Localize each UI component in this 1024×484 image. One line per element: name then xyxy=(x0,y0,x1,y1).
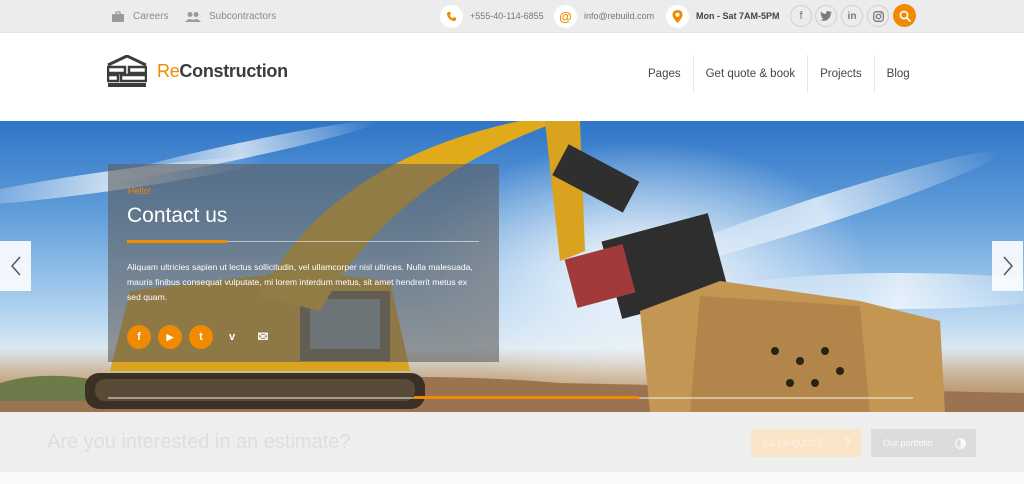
page-bottom-strip xyxy=(0,472,1024,484)
phone-icon xyxy=(440,4,463,28)
slider-prev-button[interactable] xyxy=(0,241,31,291)
mail-icon[interactable]: ✉ xyxy=(251,325,275,349)
chevron-left-icon xyxy=(10,256,21,276)
search-button[interactable] xyxy=(893,4,916,27)
caption-body: Aliquam ultricies sapien ut lectus solli… xyxy=(127,262,473,302)
main-nav: Pages Get quote & book Projects Blog xyxy=(636,55,922,93)
brand-rest: Construction xyxy=(179,61,288,81)
nav-item-blog[interactable]: Blog xyxy=(873,55,922,93)
hours-text: Mon - Sat 7AM-5PM xyxy=(696,11,780,21)
brick-logo-icon xyxy=(107,55,147,87)
caption-kicker: Hello! xyxy=(128,186,152,196)
twitter-icon[interactable] xyxy=(815,5,837,27)
portfolio-button[interactable]: Our portfolio xyxy=(871,429,976,457)
tumblr-icon[interactable]: t xyxy=(189,325,213,349)
hours-contact: Mon - Sat 7AM-5PM xyxy=(666,4,780,28)
brand-accent: Re xyxy=(157,61,180,81)
nav-item-get-quote[interactable]: Get quote & book xyxy=(692,55,808,93)
portfolio-label: Our portfolio xyxy=(883,438,933,448)
search-icon xyxy=(899,10,911,22)
phone-contact[interactable]: +555-40-114-6855 xyxy=(440,4,544,28)
briefcase-icon xyxy=(112,10,124,22)
email-address: info@rebuild.com xyxy=(584,11,655,21)
brand-name: ReConstruction xyxy=(157,61,288,82)
estimate-cta-bar: Are you interested in an estimate? GET A… xyxy=(0,412,1024,472)
caption-social-links: f ▶ t v ✉ xyxy=(127,325,275,349)
get-quote-label: GET A QUOTE xyxy=(763,438,824,448)
hero-caption: Hello! Contact us Aliquam ultricies sapi… xyxy=(108,164,499,362)
vimeo-icon[interactable]: v xyxy=(220,325,244,349)
location-pin-icon xyxy=(666,4,689,28)
nav-item-pages[interactable]: Pages xyxy=(636,55,693,93)
caption-title: Contact us xyxy=(127,204,228,227)
email-contact[interactable]: @ info@rebuild.com xyxy=(554,4,654,28)
chevron-right-icon xyxy=(1002,256,1013,276)
half-circle-icon xyxy=(955,437,966,449)
youtube-icon[interactable]: ▶ xyxy=(158,325,182,349)
subcontractors-link[interactable]: Subcontractors xyxy=(185,0,276,33)
subcontractors-label: Subcontractors xyxy=(209,11,277,22)
facebook-icon[interactable]: f xyxy=(790,5,812,27)
question-icon: ? xyxy=(844,437,851,449)
get-quote-button[interactable]: GET A QUOTE ? xyxy=(751,429,861,457)
instagram-icon[interactable] xyxy=(867,5,889,27)
caption-divider-accent xyxy=(127,240,227,243)
phone-number: +555-40-114-6855 xyxy=(470,11,544,21)
slider-progress-fill xyxy=(413,396,640,399)
hero-slider: Hello! Contact us Aliquam ultricies sapi… xyxy=(0,121,1024,412)
linkedin-icon[interactable]: in xyxy=(841,5,863,27)
careers-link[interactable]: Careers xyxy=(111,0,169,33)
users-icon xyxy=(185,11,201,22)
cta-text: Are you interested in an estimate? xyxy=(47,431,351,453)
careers-label: Careers xyxy=(133,11,169,22)
facebook-icon[interactable]: f xyxy=(127,325,151,349)
top-bar: Careers Subcontractors +555-40-114-6855 … xyxy=(0,0,1024,33)
slider-progress xyxy=(108,396,913,399)
site-header: ReConstruction Pages Get quote & book Pr… xyxy=(0,33,1024,121)
at-icon: @ xyxy=(554,4,577,28)
slider-next-button[interactable] xyxy=(992,241,1023,291)
nav-item-projects[interactable]: Projects xyxy=(807,55,874,93)
logo[interactable]: ReConstruction xyxy=(107,55,288,88)
